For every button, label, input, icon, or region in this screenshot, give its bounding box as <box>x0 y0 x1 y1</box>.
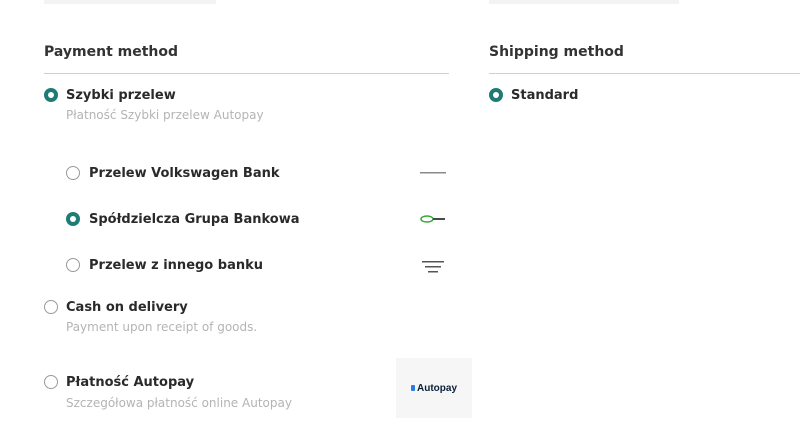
sgb-bank-logo-icon <box>420 215 445 223</box>
cash-on-delivery-label[interactable]: Cash on delivery <box>66 300 188 315</box>
autopay-label[interactable]: Płatność Autopay <box>66 375 194 390</box>
other-bank-radio[interactable] <box>66 258 80 272</box>
autopay-mark-icon <box>411 385 415 391</box>
autopay-logo-text: Autopay <box>417 382 457 394</box>
top-left-box <box>44 0 216 4</box>
volkswagen-bank-label[interactable]: Przelew Volkswagen Bank <box>89 166 280 181</box>
autopay-radio[interactable] <box>44 375 58 389</box>
top-right-box <box>489 0 679 4</box>
volkswagen-bank-logo-icon <box>420 172 446 174</box>
szybki-przelew-radio[interactable] <box>44 88 58 102</box>
sgb-bank-radio[interactable] <box>66 212 80 226</box>
other-bank-label[interactable]: Przelew z innego banku <box>89 258 263 273</box>
payment-divider <box>44 73 449 74</box>
cash-on-delivery-desc: Payment upon receipt of goods. <box>66 320 258 334</box>
standard-shipping-label[interactable]: Standard <box>511 88 578 103</box>
volkswagen-bank-radio[interactable] <box>66 166 80 180</box>
other-bank-logo-icon <box>422 261 444 273</box>
shipping-divider <box>489 73 800 74</box>
szybki-przelew-desc: Płatność Szybki przelew Autopay <box>66 108 264 122</box>
szybki-przelew-label[interactable]: Szybki przelew <box>66 88 176 103</box>
sgb-bank-label[interactable]: Spółdzielcza Grupa Bankowa <box>89 212 299 227</box>
autopay-logo: Autopay <box>396 358 472 418</box>
autopay-desc: Szczegółowa płatność online Autopay <box>66 396 292 410</box>
cash-on-delivery-radio[interactable] <box>44 300 58 314</box>
shipping-method-title: Shipping method <box>489 44 624 60</box>
standard-shipping-radio[interactable] <box>489 88 503 102</box>
payment-method-title: Payment method <box>44 44 179 60</box>
